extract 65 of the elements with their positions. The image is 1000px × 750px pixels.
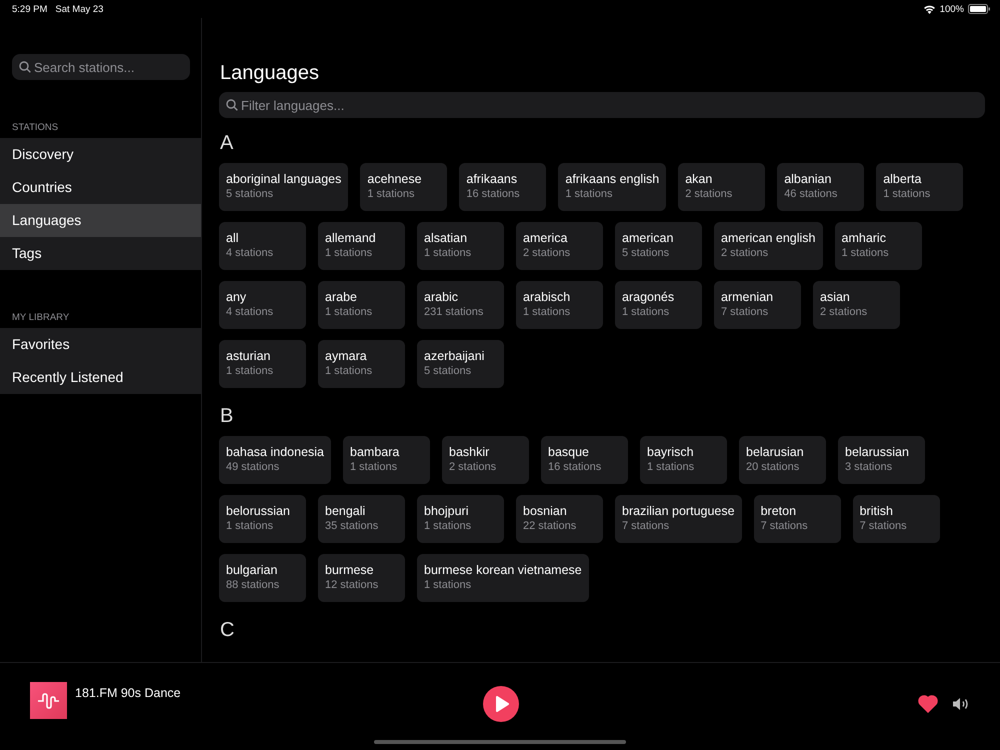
language-chip[interactable]: azerbaijani 5 stations bbox=[417, 340, 504, 388]
heart-icon[interactable] bbox=[918, 694, 938, 712]
language-chip[interactable]: burmese korean vietnamese 1 stations bbox=[417, 554, 589, 602]
section-letter: B bbox=[220, 405, 234, 428]
language-chip[interactable]: armenian 7 stations bbox=[714, 281, 801, 329]
language-chip[interactable]: bulgarian 88 stations bbox=[219, 554, 306, 602]
language-chip[interactable]: burmese 12 stations bbox=[318, 554, 405, 602]
language-chip[interactable]: arabe 1 stations bbox=[318, 281, 405, 329]
battery-icon bbox=[968, 4, 990, 14]
page-title: Languages bbox=[220, 62, 320, 85]
sidebar-item[interactable]: Countries bbox=[0, 171, 201, 204]
language-chip[interactable]: afrikaans english 1 stations bbox=[558, 163, 666, 211]
language-chip[interactable]: acehnese 1 stations bbox=[360, 163, 448, 211]
language-chip[interactable]: arabisch 1 stations bbox=[516, 281, 603, 329]
language-chip[interactable]: bambara 1 stations bbox=[343, 436, 430, 484]
language-chip[interactable]: belarussian 3 stations bbox=[838, 436, 925, 484]
language-chip[interactable]: american 5 stations bbox=[615, 222, 702, 270]
language-chip[interactable]: amharic 1 stations bbox=[834, 222, 922, 270]
language-chip[interactable]: bayrisch 1 stations bbox=[640, 436, 727, 484]
section-letter: A bbox=[220, 132, 234, 155]
language-chip[interactable]: bengali 35 stations bbox=[318, 495, 405, 543]
language-chip[interactable]: bhojpuri 1 stations bbox=[417, 495, 504, 543]
language-chip[interactable]: brazilian portuguese 7 stations bbox=[615, 495, 742, 543]
language-chip[interactable]: breton 7 stations bbox=[754, 495, 841, 543]
sidebar-item[interactable]: Favorites bbox=[0, 328, 201, 361]
section-letter: C bbox=[220, 619, 236, 642]
search-field[interactable]: Search stations... bbox=[12, 54, 190, 80]
battery-percent: 100% bbox=[940, 4, 964, 14]
play-icon bbox=[495, 696, 509, 712]
language-chip[interactable]: akan 2 stations bbox=[678, 163, 766, 211]
station-name: 181.FM 90s Dance bbox=[75, 686, 181, 700]
language-chip[interactable]: bosnian 22 stations bbox=[516, 495, 603, 543]
language-chip[interactable]: aragonés 1 stations bbox=[615, 281, 702, 329]
language-chip[interactable]: america 2 stations bbox=[516, 222, 603, 270]
language-chip[interactable]: bahasa indonesia 49 stations bbox=[219, 436, 331, 484]
language-chip[interactable]: all 4 stations bbox=[219, 222, 306, 270]
language-chip[interactable]: basque 16 stations bbox=[541, 436, 628, 484]
section-header: STATIONS bbox=[11, 122, 60, 133]
language-chip[interactable]: bashkir 2 stations bbox=[442, 436, 529, 484]
language-chip[interactable]: belorussian 1 stations bbox=[219, 495, 306, 543]
language-chip[interactable]: asian 2 stations bbox=[813, 281, 900, 329]
language-chip[interactable]: aboriginal languages 5 stations bbox=[219, 163, 348, 211]
language-chip[interactable]: aymara 1 stations bbox=[318, 340, 405, 388]
sidebar-item[interactable]: Discovery bbox=[0, 138, 201, 171]
status-time: 5:29 PM bbox=[12, 4, 48, 14]
language-chip[interactable]: any 4 stations bbox=[219, 281, 306, 329]
wifi-icon bbox=[922, 4, 936, 14]
language-chip[interactable]: alberta 1 stations bbox=[876, 163, 964, 211]
language-chip[interactable]: british 7 stations bbox=[852, 495, 940, 543]
status-date: Sat May 23 bbox=[55, 4, 104, 14]
sidebar-item[interactable]: Tags bbox=[0, 237, 201, 270]
section-header: MY LIBRARY bbox=[11, 312, 70, 323]
language-chip[interactable]: arabic 231 stations bbox=[417, 281, 504, 329]
language-chip[interactable]: allemand 1 stations bbox=[318, 222, 405, 270]
language-chip[interactable]: belarusian 20 stations bbox=[739, 436, 826, 484]
language-chip[interactable]: albanian 46 stations bbox=[777, 163, 864, 211]
language-chip[interactable]: alsatian 1 stations bbox=[417, 222, 504, 270]
sidebar-item[interactable]: Languages bbox=[0, 204, 201, 237]
play-button[interactable] bbox=[482, 686, 518, 722]
filter-field[interactable]: Filter languages... bbox=[219, 92, 985, 118]
sidebar-item[interactable]: Recently Listened bbox=[0, 361, 201, 394]
waveform-icon bbox=[30, 682, 67, 719]
language-chip[interactable]: asturian 1 stations bbox=[219, 340, 306, 388]
language-chip[interactable]: american english 2 stations bbox=[714, 222, 822, 270]
language-chip[interactable]: afrikaans 16 stations bbox=[459, 163, 546, 211]
